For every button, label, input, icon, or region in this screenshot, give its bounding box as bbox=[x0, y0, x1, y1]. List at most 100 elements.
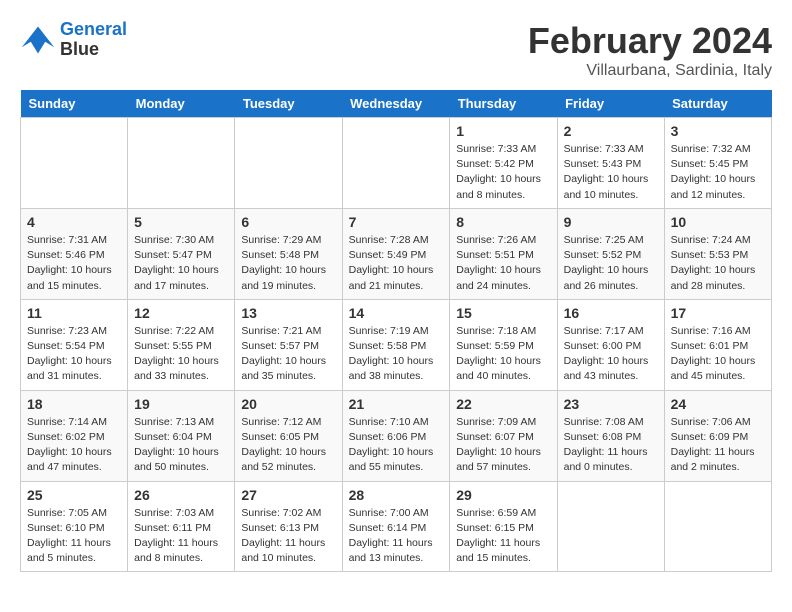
day-info: Sunrise: 7:26 AM Sunset: 5:51 PM Dayligh… bbox=[456, 233, 550, 294]
day-cell: 4 Sunrise: 7:31 AM Sunset: 5:46 PM Daylig… bbox=[21, 208, 128, 299]
day-cell: 20 Sunrise: 7:12 AM Sunset: 6:05 PM Dayli… bbox=[235, 390, 342, 481]
day-cell: 19Sunrise: 7:13 AM Sunset: 6:04 PM Dayli… bbox=[128, 390, 235, 481]
day-number: 8 bbox=[456, 214, 550, 230]
day-number: 13 bbox=[241, 305, 335, 321]
day-number: 4 bbox=[27, 214, 121, 230]
day-number: 3 bbox=[671, 123, 765, 139]
day-cell: 27 Sunrise: 7:02 AM Sunset: 6:13 PM Dayli… bbox=[235, 481, 342, 572]
day-info: Sunrise: 7:28 AM Sunset: 5:49 PM Dayligh… bbox=[349, 233, 444, 294]
day-info: Sunrise: 6:59 AM Sunset: 6:15 PM Dayligh… bbox=[456, 506, 550, 567]
day-cell: 25Sunrise: 7:05 AM Sunset: 6:10 PM Dayli… bbox=[21, 481, 128, 572]
day-info: Sunrise: 7:31 AM Sunset: 5:46 PM Dayligh… bbox=[27, 233, 121, 294]
week-row-2: 4 Sunrise: 7:31 AM Sunset: 5:46 PM Daylig… bbox=[21, 208, 772, 299]
day-cell: 10 Sunrise: 7:24 AM Sunset: 5:53 PM Dayli… bbox=[664, 208, 771, 299]
week-row-4: 18 Sunrise: 7:14 AM Sunset: 6:02 PM Dayli… bbox=[21, 390, 772, 481]
day-cell: 26 Sunrise: 7:03 AM Sunset: 6:11 PM Dayli… bbox=[128, 481, 235, 572]
day-number: 18 bbox=[27, 396, 121, 412]
day-info: Sunrise: 7:30 AM Sunset: 5:47 PM Dayligh… bbox=[134, 233, 228, 294]
header-cell-monday: Monday bbox=[128, 90, 235, 118]
calendar-body: 1 Sunrise: 7:33 AM Sunset: 5:42 PM Daylig… bbox=[21, 118, 772, 572]
day-number: 19 bbox=[134, 396, 228, 412]
day-number: 9 bbox=[564, 214, 658, 230]
week-row-3: 11Sunrise: 7:23 AM Sunset: 5:54 PM Dayli… bbox=[21, 299, 772, 390]
day-number: 22 bbox=[456, 396, 550, 412]
day-number: 20 bbox=[241, 396, 335, 412]
day-cell: 12 Sunrise: 7:22 AM Sunset: 5:55 PM Dayli… bbox=[128, 299, 235, 390]
calendar-table: SundayMondayTuesdayWednesdayThursdayFrid… bbox=[20, 90, 772, 572]
day-cell: 8 Sunrise: 7:26 AM Sunset: 5:51 PM Daylig… bbox=[450, 208, 557, 299]
day-cell: 1 Sunrise: 7:33 AM Sunset: 5:42 PM Daylig… bbox=[450, 118, 557, 209]
day-number: 21 bbox=[349, 396, 444, 412]
day-cell: 21 Sunrise: 7:10 AM Sunset: 6:06 PM Dayli… bbox=[342, 390, 450, 481]
day-cell bbox=[664, 481, 771, 572]
day-number: 17 bbox=[671, 305, 765, 321]
day-info: Sunrise: 7:32 AM Sunset: 5:45 PM Dayligh… bbox=[671, 142, 765, 203]
day-cell bbox=[128, 118, 235, 209]
day-cell bbox=[342, 118, 450, 209]
day-cell: 18 Sunrise: 7:14 AM Sunset: 6:02 PM Dayli… bbox=[21, 390, 128, 481]
day-number: 2 bbox=[564, 123, 658, 139]
day-number: 26 bbox=[134, 487, 228, 503]
day-info: Sunrise: 7:23 AM Sunset: 5:54 PM Dayligh… bbox=[27, 324, 121, 385]
page-header: GeneralBlue February 2024 Villaurbana, S… bbox=[20, 20, 772, 80]
week-row-1: 1 Sunrise: 7:33 AM Sunset: 5:42 PM Daylig… bbox=[21, 118, 772, 209]
day-number: 10 bbox=[671, 214, 765, 230]
day-info: Sunrise: 7:09 AM Sunset: 6:07 PM Dayligh… bbox=[456, 415, 550, 476]
day-info: Sunrise: 7:33 AM Sunset: 5:42 PM Dayligh… bbox=[456, 142, 550, 203]
day-number: 29 bbox=[456, 487, 550, 503]
day-cell: 24 Sunrise: 7:06 AM Sunset: 6:09 PM Dayli… bbox=[664, 390, 771, 481]
day-number: 23 bbox=[564, 396, 658, 412]
day-info: Sunrise: 7:29 AM Sunset: 5:48 PM Dayligh… bbox=[241, 233, 335, 294]
day-cell: 11Sunrise: 7:23 AM Sunset: 5:54 PM Dayli… bbox=[21, 299, 128, 390]
day-info: Sunrise: 7:17 AM Sunset: 6:00 PM Dayligh… bbox=[564, 324, 658, 385]
day-cell: 3 Sunrise: 7:32 AM Sunset: 5:45 PM Daylig… bbox=[664, 118, 771, 209]
day-number: 28 bbox=[349, 487, 444, 503]
day-number: 12 bbox=[134, 305, 228, 321]
logo: GeneralBlue bbox=[20, 20, 127, 60]
day-info: Sunrise: 7:08 AM Sunset: 6:08 PM Dayligh… bbox=[564, 415, 658, 476]
week-row-5: 25Sunrise: 7:05 AM Sunset: 6:10 PM Dayli… bbox=[21, 481, 772, 572]
day-info: Sunrise: 7:19 AM Sunset: 5:58 PM Dayligh… bbox=[349, 324, 444, 385]
header-cell-saturday: Saturday bbox=[664, 90, 771, 118]
day-cell: 29 Sunrise: 6:59 AM Sunset: 6:15 PM Dayli… bbox=[450, 481, 557, 572]
day-number: 25 bbox=[27, 487, 121, 503]
day-cell: 22 Sunrise: 7:09 AM Sunset: 6:07 PM Dayli… bbox=[450, 390, 557, 481]
day-cell: 23 Sunrise: 7:08 AM Sunset: 6:08 PM Dayli… bbox=[557, 390, 664, 481]
day-cell bbox=[557, 481, 664, 572]
day-info: Sunrise: 7:22 AM Sunset: 5:55 PM Dayligh… bbox=[134, 324, 228, 385]
day-info: Sunrise: 7:18 AM Sunset: 5:59 PM Dayligh… bbox=[456, 324, 550, 385]
day-cell: 13 Sunrise: 7:21 AM Sunset: 5:57 PM Dayli… bbox=[235, 299, 342, 390]
calendar-subtitle: Villaurbana, Sardinia, Italy bbox=[528, 62, 772, 80]
day-number: 1 bbox=[456, 123, 550, 139]
logo-text: GeneralBlue bbox=[60, 20, 127, 60]
day-cell: 5 Sunrise: 7:30 AM Sunset: 5:47 PM Daylig… bbox=[128, 208, 235, 299]
calendar-header-row: SundayMondayTuesdayWednesdayThursdayFrid… bbox=[21, 90, 772, 118]
header-cell-wednesday: Wednesday bbox=[342, 90, 450, 118]
header-cell-friday: Friday bbox=[557, 90, 664, 118]
day-info: Sunrise: 7:21 AM Sunset: 5:57 PM Dayligh… bbox=[241, 324, 335, 385]
day-number: 16 bbox=[564, 305, 658, 321]
header-cell-tuesday: Tuesday bbox=[235, 90, 342, 118]
day-info: Sunrise: 7:06 AM Sunset: 6:09 PM Dayligh… bbox=[671, 415, 765, 476]
day-number: 27 bbox=[241, 487, 335, 503]
day-cell bbox=[21, 118, 128, 209]
day-number: 5 bbox=[134, 214, 228, 230]
day-number: 24 bbox=[671, 396, 765, 412]
day-info: Sunrise: 7:10 AM Sunset: 6:06 PM Dayligh… bbox=[349, 415, 444, 476]
day-cell: 6 Sunrise: 7:29 AM Sunset: 5:48 PM Daylig… bbox=[235, 208, 342, 299]
day-cell: 17 Sunrise: 7:16 AM Sunset: 6:01 PM Dayli… bbox=[664, 299, 771, 390]
day-cell: 16 Sunrise: 7:17 AM Sunset: 6:00 PM Dayli… bbox=[557, 299, 664, 390]
day-info: Sunrise: 7:14 AM Sunset: 6:02 PM Dayligh… bbox=[27, 415, 121, 476]
header-cell-thursday: Thursday bbox=[450, 90, 557, 118]
day-cell: 15 Sunrise: 7:18 AM Sunset: 5:59 PM Dayli… bbox=[450, 299, 557, 390]
day-info: Sunrise: 7:12 AM Sunset: 6:05 PM Dayligh… bbox=[241, 415, 335, 476]
day-cell: 28 Sunrise: 7:00 AM Sunset: 6:14 PM Dayli… bbox=[342, 481, 450, 572]
day-cell: 7Sunrise: 7:28 AM Sunset: 5:49 PM Daylig… bbox=[342, 208, 450, 299]
day-info: Sunrise: 7:02 AM Sunset: 6:13 PM Dayligh… bbox=[241, 506, 335, 567]
day-number: 6 bbox=[241, 214, 335, 230]
day-info: Sunrise: 7:16 AM Sunset: 6:01 PM Dayligh… bbox=[671, 324, 765, 385]
day-info: Sunrise: 7:03 AM Sunset: 6:11 PM Dayligh… bbox=[134, 506, 228, 567]
day-number: 15 bbox=[456, 305, 550, 321]
day-info: Sunrise: 7:24 AM Sunset: 5:53 PM Dayligh… bbox=[671, 233, 765, 294]
day-info: Sunrise: 7:00 AM Sunset: 6:14 PM Dayligh… bbox=[349, 506, 444, 567]
